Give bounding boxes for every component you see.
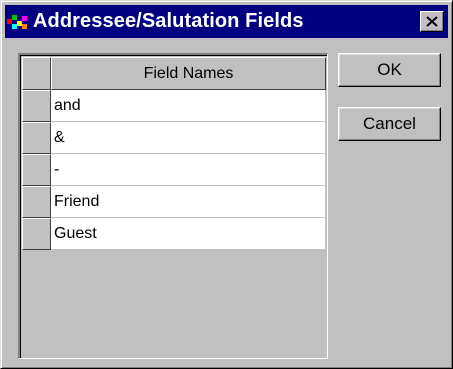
grid-header-row: Field Names xyxy=(22,57,326,90)
app-icon xyxy=(7,13,29,31)
close-button[interactable] xyxy=(420,11,444,32)
row-selector[interactable] xyxy=(22,122,51,154)
cancel-button[interactable]: Cancel xyxy=(338,107,441,141)
table-row[interactable]: & xyxy=(22,122,326,154)
table-row[interactable]: Friend xyxy=(22,186,326,218)
field-names-grid[interactable]: Field Names and & - Friend Guest xyxy=(18,53,328,359)
field-name-cell[interactable]: Guest xyxy=(51,218,326,250)
table-row[interactable]: - xyxy=(22,154,326,186)
table-row[interactable]: Guest xyxy=(22,218,326,250)
field-name-cell[interactable]: & xyxy=(51,122,326,154)
field-name-cell[interactable]: and xyxy=(51,90,326,122)
ok-button[interactable]: OK xyxy=(338,53,441,87)
dialog-window: Addressee/Salutation Fields Field Names … xyxy=(0,0,453,369)
title-bar[interactable]: Addressee/Salutation Fields xyxy=(5,5,448,38)
window-title: Addressee/Salutation Fields xyxy=(33,10,304,32)
table-row[interactable]: and xyxy=(22,90,326,122)
row-selector[interactable] xyxy=(22,154,51,186)
row-selector[interactable] xyxy=(22,90,51,122)
field-name-cell[interactable]: - xyxy=(51,154,326,186)
row-selector[interactable] xyxy=(22,218,51,250)
close-icon xyxy=(426,16,438,27)
select-all-corner[interactable] xyxy=(22,57,51,90)
column-header-field-names[interactable]: Field Names xyxy=(51,57,326,90)
field-name-cell[interactable]: Friend xyxy=(51,186,326,218)
row-selector[interactable] xyxy=(22,186,51,218)
